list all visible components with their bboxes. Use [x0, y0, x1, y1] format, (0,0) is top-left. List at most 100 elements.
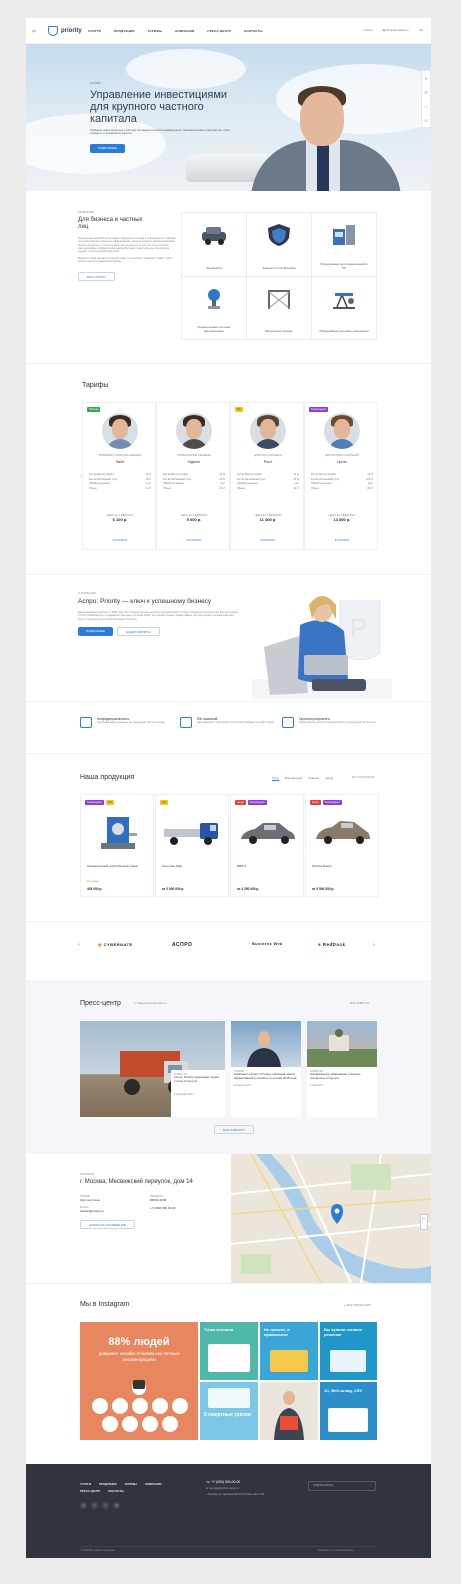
cart-button[interactable]: ⊡0	[419, 28, 423, 32]
nav-item-company[interactable]: КОМПАНИЯ	[175, 29, 194, 33]
product-card[interactable]: Хит Iveco New Daily от 2 000 000 р.	[155, 794, 229, 897]
footer-link[interactable]: КОМПАНИЯ	[145, 1482, 161, 1486]
section-divider	[26, 574, 431, 575]
instagram-post[interactable]: 1С, Веб-склад, CSV	[320, 1382, 377, 1440]
tariff-cart-button[interactable]: В КОРЗИНУ	[83, 539, 157, 542]
pin-icon[interactable]: ◎	[424, 118, 428, 123]
footer-link[interactable]: ПРОДУКЦИЯ	[99, 1482, 117, 1486]
product-card[interactable]: Акция Рекомендуем Porsche Macan от 5 500 …	[305, 794, 379, 897]
vk-icon[interactable]: в	[80, 1502, 87, 1509]
tariff-cart-button[interactable]: В КОРЗИНУ	[231, 539, 305, 542]
map[interactable]: +−	[231, 1154, 431, 1283]
footer-link[interactable]: КОНТАКТЫ	[108, 1489, 124, 1493]
twitter-icon[interactable]: t	[102, 1502, 109, 1509]
hero-more-button[interactable]: ПОДРОБНЕЕ	[90, 143, 125, 153]
nav-item-tariffs[interactable]: ТАРИФЫ	[148, 29, 163, 33]
footer-phone[interactable]: ☏ +7 (000) 000-00-00	[206, 1480, 286, 1484]
instagram-post[interactable]: 5 смертных грехов	[200, 1382, 258, 1440]
press-more-button[interactable]: ВСЕ НОВОСТИ	[214, 1125, 254, 1134]
extra-phone-value[interactable]: +7 (000) 000 00 00	[150, 1206, 220, 1210]
all-products-link[interactable]: ВСЯ ПРОДУКЦИЯ	[352, 776, 374, 779]
instagram-post[interactable]: Точка контакта	[200, 1322, 258, 1380]
search-button[interactable]: ⌕ Поиск	[362, 28, 373, 32]
service-tile[interactable]: Промышленные системы автоматизации	[182, 276, 247, 340]
chat-icon[interactable]: ☐	[424, 104, 428, 109]
about-more-button[interactable]: ПОДРОБНЕЕ	[78, 626, 113, 636]
service-tile[interactable]: Оборудование для промышленной и ПК	[312, 213, 377, 277]
account-label: Личный кабинет	[386, 28, 409, 32]
brand-logo-cybernate[interactable]: ◍ CYBERNATE	[98, 942, 133, 947]
facebook-icon[interactable]: f	[91, 1502, 98, 1509]
press-all-link[interactable]: ВСЕ НОВОСТИ	[350, 1002, 369, 1005]
footer-nav-row: ПРЕСС-ЦЕНТР КОНТАКТЫ	[80, 1489, 124, 1493]
product-card[interactable]: Рекомендуем Хит Промышленный трубогибочны…	[80, 794, 154, 897]
footer-email[interactable]: ✉ no-reply@priority-demo.ru	[206, 1487, 286, 1490]
tariff-card[interactable]: Новинка ЛЮБИМЫЙ ТАРИФ ДЛЯ ЖЕНЩИН Лайт Ко…	[82, 402, 156, 550]
mail-icon[interactable]: ✉	[424, 90, 427, 95]
footer-link[interactable]: ПРЕСС-ЦЕНТР	[80, 1489, 100, 1493]
instagram-post-promo[interactable]: 88% людей доверяют онлайн-отзывам как ли…	[80, 1322, 198, 1440]
brands-next-arrow[interactable]: ›	[373, 942, 375, 948]
tab-recommended[interactable]: Рекомендуем	[285, 776, 303, 781]
hero-title: Управление инвестициями для крупного час…	[90, 89, 228, 126]
tariff-card[interactable]: ОПТИМАЛЬНОЕ РЕШЕНИЕ Идеал Кол-во Мастер …	[156, 402, 230, 550]
footer-developer[interactable]: Разработка и сопровождение	[318, 1549, 354, 1552]
nav-item-products[interactable]: ПРОДУКЦИЯ	[114, 29, 135, 33]
news-image-city[interactable]	[307, 1021, 377, 1067]
service-tile[interactable]: Металлоконструкции	[247, 276, 312, 340]
tariff-cart-button[interactable]: В КОРЗИНУ	[305, 539, 379, 542]
logo-text: priority	[61, 28, 82, 34]
illustration	[330, 1350, 366, 1372]
service-tile[interactable]: Защита в стиле Малевей	[247, 213, 312, 277]
email-value[interactable]: foobar@priority.ru	[80, 1209, 150, 1213]
news-image-man[interactable]	[231, 1021, 301, 1067]
ask-question-button[interactable]: ЗАДАТЬ ВОПРОС	[116, 626, 161, 636]
brands-prev-arrow[interactable]: ‹	[78, 942, 80, 948]
section-divider	[26, 753, 431, 754]
press-subscribe-link[interactable]: ≋ Подписаться на новости	[134, 1002, 166, 1005]
news-card[interactable]: СТАТЬИ Компания «Аспро: Priority» призна…	[231, 1067, 301, 1117]
tab-hits[interactable]: Хиты	[272, 776, 279, 781]
tab-sale[interactable]: Акции	[325, 776, 333, 781]
news-card[interactable]: НОВОСТИ Конференция «Инновации и бизнес-…	[307, 1067, 377, 1117]
footer-subscribe-field[interactable]: ПОДПИСАТЬСЯ ⌄	[308, 1481, 376, 1491]
tab-new[interactable]: Новинки	[308, 776, 319, 781]
location-icon[interactable]: ➤	[424, 76, 427, 81]
product-name: Porsche Macan	[312, 864, 332, 868]
news-title: Конференция «Инновации и бизнес-процессы…	[310, 1072, 362, 1080]
instagram-post[interactable]: Вы купили готовое решение	[320, 1322, 377, 1380]
nav-item-services[interactable]: УСЛУГИ	[88, 29, 101, 33]
footer-link[interactable]: УСЛУГИ	[80, 1482, 91, 1486]
tariff-cart-button[interactable]: В КОРЗИНУ	[157, 539, 231, 542]
promo-text: доверяют онлайн-отзывам как личным реком…	[98, 1351, 180, 1362]
instagram-all-link[interactable]: ◎ ВСЕ ПУБЛИКАЦИИ	[344, 1304, 371, 1307]
product-card[interactable]: Акция Рекомендуем BMW 5 от 4 200 000 р.	[230, 794, 304, 897]
corporate-title: Для бизнеса и частных лиц	[78, 217, 143, 231]
brand-logo-reddock[interactable]: ■ RedDock	[318, 942, 345, 947]
chevron-down-icon: ⌄	[368, 1484, 371, 1487]
map-zoom-control[interactable]: +−	[420, 1214, 428, 1230]
write-message-button[interactable]: НАПИСАТЬ СООБЩЕНИЕ	[80, 1220, 135, 1230]
all-services-button[interactable]: ВСЕ УСЛУГИ	[78, 271, 115, 281]
tariff-card[interactable]: Рекомендуем ДЛЯ КРУПНЫХ КОМПАНИЙ Цель Ко…	[304, 402, 378, 550]
account-link[interactable]: ◉ Личный кабинет	[383, 28, 409, 32]
tariff-card[interactable]: Хит ДЛЯ РОСТА БИЗНЕСА Рост Кол-во Мастер…	[230, 402, 304, 550]
section-divider	[26, 701, 431, 702]
instagram-post[interactable]: Не лучшее, а правильное	[260, 1322, 318, 1380]
instagram-post[interactable]	[260, 1382, 318, 1440]
lang-switch[interactable]: ДП	[32, 29, 36, 33]
service-tile[interactable]: Автомобили	[182, 213, 247, 277]
nav-item-contacts[interactable]: КОНТАКТЫ	[244, 29, 262, 33]
phone-value[interactable]: 8(800) 2000	[150, 1198, 220, 1202]
footer-link[interactable]: ТАРИФЫ	[125, 1482, 138, 1486]
nav-item-press[interactable]: ПРЕСС-ЦЕНТР	[207, 29, 231, 33]
logo[interactable]: priority	[48, 26, 82, 36]
instagram-icon[interactable]: ◎	[113, 1502, 120, 1509]
news-card[interactable]: НОВОСТИ Аспро: Priority привлекает Арам-…	[171, 1070, 225, 1117]
product-badges: Акция Рекомендуем	[310, 800, 342, 805]
brand-logo-aspro[interactable]: АСПРО	[172, 942, 192, 948]
truck-image	[164, 823, 218, 845]
brand-logo-businessweb[interactable]: ◔ Business Web	[248, 942, 288, 946]
service-tile[interactable]: Оборудование для нефти-газодобычи	[312, 276, 377, 340]
press-title: Пресс-центр	[80, 1000, 121, 1007]
